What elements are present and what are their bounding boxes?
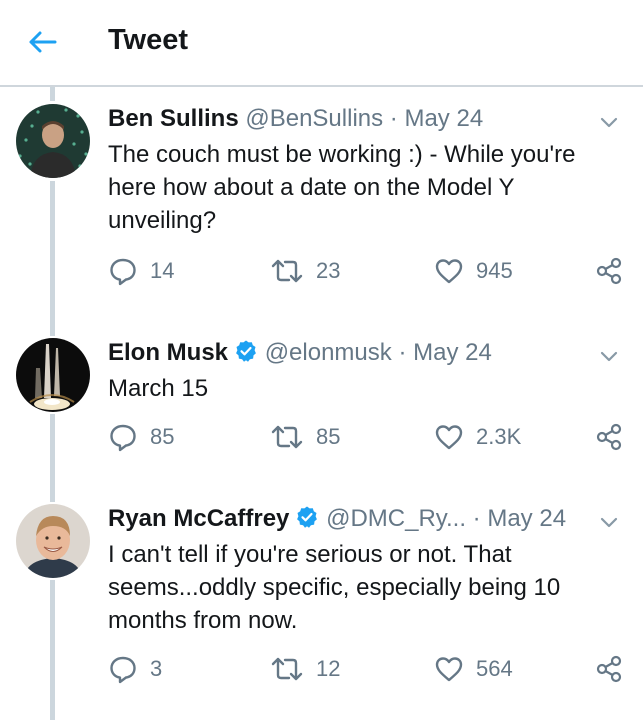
like-count: 564 [476, 656, 513, 681]
share-button[interactable] [594, 254, 624, 288]
reply-icon [110, 424, 136, 452]
tweet-date[interactable]: May 24 [404, 105, 483, 132]
retweet-count: 23 [316, 258, 341, 283]
share-icon [596, 423, 622, 451]
like-count: 2.3K [476, 424, 522, 449]
author-handle[interactable]: @elonmusk [265, 339, 392, 366]
avatar[interactable] [16, 504, 90, 578]
retweet-icon [271, 657, 303, 681]
tweet-content: Ben Sullins @BenSullins · May 24 The cou… [108, 104, 623, 237]
reply-icon [110, 656, 136, 684]
header-divider [0, 85, 643, 87]
tweet-date[interactable]: May 24 [487, 505, 566, 532]
like-icon [435, 259, 463, 284]
reply-count: 85 [150, 424, 175, 449]
like-icon [435, 657, 463, 682]
like-button[interactable]: 564 [434, 652, 513, 686]
reply-button[interactable]: 3 [108, 652, 162, 686]
tweet-actions: 3 12 564 [108, 652, 628, 686]
tweet-header: Ben Sullins @BenSullins · May 24 [108, 104, 623, 134]
separator-dot: · [389, 105, 398, 132]
retweet-button[interactable]: 23 [270, 254, 340, 288]
share-button[interactable] [594, 420, 624, 454]
retweet-count: 85 [316, 424, 341, 449]
retweet-icon [271, 425, 303, 449]
share-icon [596, 257, 622, 285]
tweet-text: The couch must be working :) - While you… [108, 141, 576, 234]
tweet-content: Elon Musk @elonmusk · May 24 March 15 [108, 338, 623, 405]
like-count: 945 [476, 258, 513, 283]
tweet-date[interactable]: May 24 [413, 339, 492, 366]
chevron-down-icon[interactable] [597, 110, 621, 134]
avatar[interactable] [16, 104, 90, 178]
tweet-content: Ryan McCaffrey @DMC_Ry... · May 24 I can… [108, 504, 623, 637]
like-button[interactable]: 2.3K [434, 420, 521, 454]
avatar[interactable] [16, 338, 90, 412]
back-button[interactable] [22, 22, 62, 62]
back-arrow-icon [29, 31, 57, 53]
tweet-header: Ryan McCaffrey @DMC_Ry... · May 24 [108, 504, 623, 534]
author-handle[interactable]: @DMC_Ry... [326, 505, 466, 532]
verified-badge-icon [297, 506, 318, 528]
share-button[interactable] [594, 652, 624, 686]
tweet-header: Elon Musk @elonmusk · May 24 [108, 338, 623, 368]
reply-button[interactable]: 85 [108, 420, 174, 454]
separator-dot: · [472, 505, 481, 532]
author-name[interactable]: Elon Musk [108, 339, 228, 366]
like-button[interactable]: 945 [434, 254, 513, 288]
tweet[interactable]: Elon Musk @elonmusk · May 24 March 15 85… [0, 334, 643, 484]
tweet[interactable]: Ryan McCaffrey @DMC_Ry... · May 24 I can… [0, 500, 643, 720]
author-name[interactable]: Ben Sullins [108, 105, 239, 132]
chevron-down-icon[interactable] [597, 344, 621, 368]
retweet-icon [271, 259, 303, 283]
retweet-count: 12 [316, 656, 341, 681]
reply-count: 14 [150, 258, 175, 283]
tweet[interactable]: Ben Sullins @BenSullins · May 24 The cou… [0, 100, 643, 300]
verified-badge-icon [236, 340, 256, 362]
reply-icon [110, 258, 136, 286]
reply-count: 3 [150, 656, 163, 681]
author-handle[interactable]: @BenSullins [245, 105, 383, 132]
tweet-text: March 15 [108, 375, 209, 402]
tweet-actions: 14 23 945 [108, 254, 628, 288]
like-icon [435, 425, 463, 450]
share-icon [596, 655, 622, 683]
separator-dot: · [398, 339, 407, 366]
chevron-down-icon[interactable] [597, 510, 621, 534]
tweet-actions: 85 85 2.3K [108, 420, 628, 454]
author-name[interactable]: Ryan McCaffrey [108, 505, 289, 532]
retweet-button[interactable]: 12 [270, 652, 340, 686]
page-title: Tweet [108, 24, 189, 56]
top-bar: Tweet [0, 0, 643, 86]
tweet-text: I can't tell if you're serious or not. T… [108, 541, 561, 634]
reply-button[interactable]: 14 [108, 254, 174, 288]
retweet-button[interactable]: 85 [270, 420, 340, 454]
thread-line [50, 87, 55, 101]
